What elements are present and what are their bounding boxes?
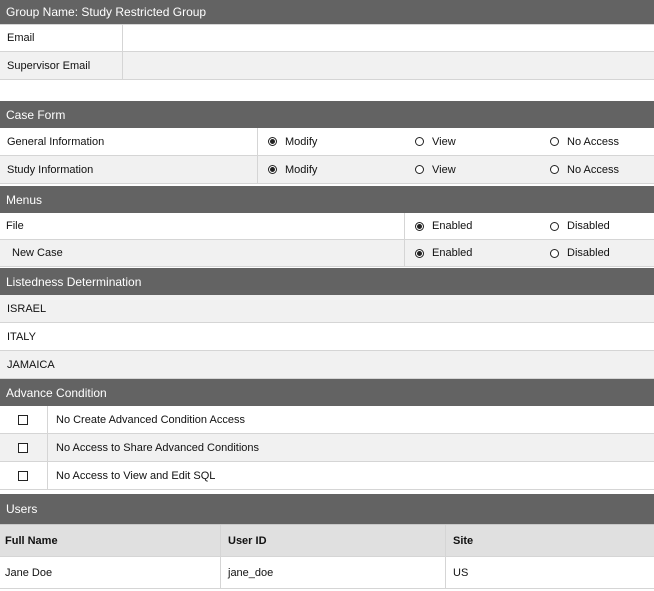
case-form-row: General Information Modify View No Access: [0, 128, 654, 156]
listedness-header: Listedness Determination: [0, 268, 654, 295]
table-cell: Jane Doe: [0, 557, 221, 588]
radio-label: No Access: [567, 163, 619, 176]
radio-view[interactable]: View: [415, 164, 456, 176]
users-title: Users: [6, 502, 38, 516]
radio-enabled[interactable]: Enabled: [415, 220, 472, 232]
advance-condition-row: No Create Advanced Condition Access: [0, 406, 654, 434]
case-form-title: Case Form: [6, 107, 66, 122]
radio-modify[interactable]: Modify: [268, 136, 317, 148]
case-form-options: Modify View No Access: [258, 128, 654, 155]
radio-no-access[interactable]: No Access: [550, 164, 619, 176]
checkbox-cell: [0, 462, 48, 489]
radio-button-icon[interactable]: [415, 137, 424, 146]
radio-button-icon[interactable]: [268, 165, 277, 174]
advance-condition-row: No Access to View and Edit SQL: [0, 462, 654, 490]
menu-row: New Case Enabled Disabled: [0, 240, 654, 267]
radio-button-icon[interactable]: [268, 137, 277, 146]
radio-label: Disabled: [567, 220, 610, 232]
radio-label: Modify: [285, 163, 318, 176]
menus-header: Menus: [0, 186, 654, 213]
supervisor-email-row: Supervisor Email: [0, 52, 654, 80]
supervisor-email-label: Supervisor Email: [0, 52, 123, 79]
radio-button-icon[interactable]: [550, 221, 559, 231]
advance-condition-label: No Create Advanced Condition Access: [56, 413, 245, 426]
radio-label: Enabled: [432, 247, 473, 259]
group-name-title: Group Name: Study Restricted Group: [6, 5, 207, 19]
radio-enabled[interactable]: Enabled: [415, 247, 472, 259]
menu-row: File Enabled Disabled: [0, 213, 654, 240]
column-header-site[interactable]: Site: [446, 525, 654, 556]
menu-options: Enabled Disabled: [405, 213, 654, 239]
advance-condition-title: Advance Condition: [6, 385, 107, 400]
checkbox-cell: [0, 406, 48, 433]
case-form-row: Study Information Modify View No Access: [0, 156, 654, 184]
column-header-user-id[interactable]: User ID: [221, 525, 446, 556]
email-field[interactable]: [123, 25, 654, 51]
menu-options: Enabled Disabled: [405, 240, 654, 266]
menu-row-label: File: [0, 213, 405, 239]
listedness-item[interactable]: JAMAICA: [0, 351, 654, 379]
radio-view[interactable]: View: [415, 136, 456, 148]
listedness-title: Listedness Determination: [6, 274, 142, 289]
table-cell: US: [453, 566, 469, 579]
email-row: Email: [0, 24, 654, 52]
menus-title: Menus: [6, 192, 43, 207]
radio-label: No Access: [567, 135, 619, 148]
case-form-row-label: Study Information: [0, 156, 258, 183]
listedness-item[interactable]: ISRAEL: [0, 295, 654, 323]
radio-button-icon[interactable]: [415, 221, 424, 231]
table-cell: jane_doe: [221, 557, 446, 588]
listedness-item-label: ITALY: [7, 330, 36, 343]
radio-label: Modify: [285, 135, 318, 148]
radio-button-icon[interactable]: [550, 248, 559, 258]
column-header-full-name[interactable]: Full Name: [0, 525, 221, 556]
group-name-header: Group Name: Study Restricted Group: [0, 0, 654, 24]
radio-label: View: [432, 163, 456, 176]
listedness-item[interactable]: ITALY: [0, 323, 654, 351]
email-label: Email: [0, 25, 123, 51]
advance-condition-label: No Access to Share Advanced Conditions: [56, 441, 260, 454]
case-form-options: Modify View No Access: [258, 156, 654, 183]
users-table-header: Full Name User ID Site: [0, 524, 654, 557]
radio-modify[interactable]: Modify: [268, 164, 317, 176]
radio-button-icon[interactable]: [415, 165, 424, 174]
listedness-item-label: JAMAICA: [7, 358, 55, 371]
radio-button-icon[interactable]: [550, 137, 559, 146]
radio-label: Disabled: [567, 247, 610, 259]
menu-row-label: New Case: [0, 240, 405, 266]
advance-condition-row: No Access to Share Advanced Conditions: [0, 434, 654, 462]
checkbox[interactable]: [18, 414, 28, 425]
listedness-item-label: ISRAEL: [7, 302, 47, 315]
radio-disabled[interactable]: Disabled: [550, 220, 610, 232]
supervisor-email-field[interactable]: [123, 52, 654, 79]
table-row[interactable]: Jane Doe jane_doe US: [0, 557, 654, 589]
case-form-header: Case Form: [0, 101, 654, 128]
case-form-row-label: General Information: [0, 128, 258, 155]
users-header: Users: [0, 494, 654, 524]
checkbox[interactable]: [18, 442, 28, 453]
checkbox[interactable]: [18, 470, 28, 481]
radio-label: Enabled: [432, 220, 473, 232]
radio-button-icon[interactable]: [415, 248, 424, 258]
radio-button-icon[interactable]: [550, 165, 559, 174]
advance-condition-header: Advance Condition: [0, 379, 654, 406]
radio-no-access[interactable]: No Access: [550, 136, 619, 148]
radio-label: View: [432, 135, 456, 148]
advance-condition-label: No Access to View and Edit SQL: [56, 469, 216, 482]
checkbox-cell: [0, 434, 48, 461]
radio-disabled[interactable]: Disabled: [550, 247, 610, 259]
